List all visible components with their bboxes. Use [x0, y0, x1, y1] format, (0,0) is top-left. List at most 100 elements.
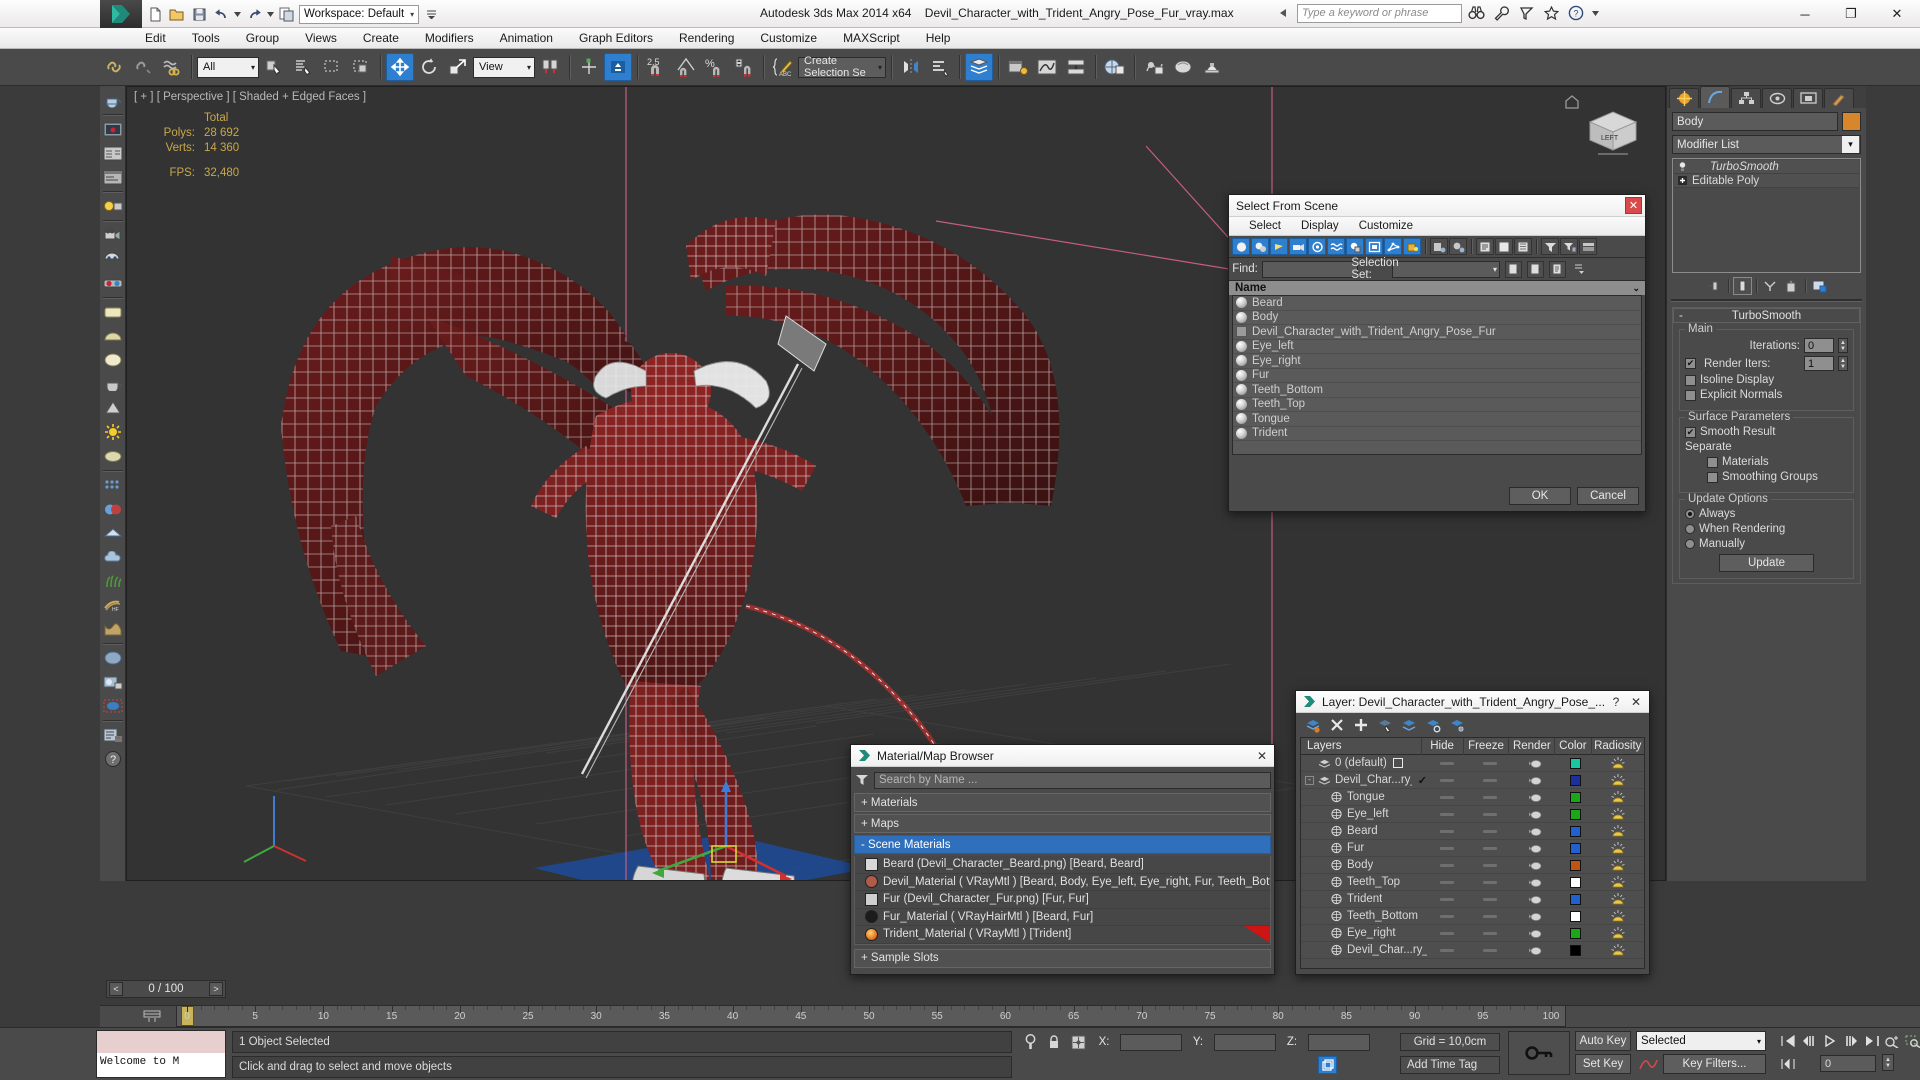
layer-row[interactable]: Eye_left: [1301, 806, 1644, 823]
menu-display[interactable]: Display: [1291, 217, 1349, 236]
freeze-cell[interactable]: [1468, 778, 1513, 782]
render-toggle-icon[interactable]: [1528, 945, 1543, 956]
display-cameras-icon[interactable]: [1289, 238, 1307, 255]
stack-item-editable-poly[interactable]: Editable Poly: [1674, 174, 1859, 188]
menu-maxscript[interactable]: MAXScript: [830, 28, 913, 49]
hide-toggle-icon[interactable]: [1440, 829, 1455, 833]
find-input[interactable]: [1262, 260, 1358, 278]
teapot-icon[interactable]: [101, 372, 125, 396]
render-cell[interactable]: [1513, 792, 1558, 803]
viewcube[interactable]: LEFT: [1578, 96, 1648, 166]
color-cell[interactable]: [1557, 859, 1592, 871]
layer-properties-icon[interactable]: [1448, 716, 1466, 734]
camera-match-icon[interactable]: [101, 247, 125, 271]
key-mode-toggle[interactable]: [1508, 1031, 1570, 1075]
hide-toggle-icon[interactable]: [1440, 778, 1455, 782]
color-cell[interactable]: [1557, 910, 1592, 922]
environment-map-icon[interactable]: [101, 670, 125, 694]
material-editor-icon[interactable]: [1101, 53, 1129, 81]
help-dropdown-icon[interactable]: [1590, 3, 1600, 23]
render-toggle-icon[interactable]: [1528, 758, 1543, 769]
hair-and-fur-icon[interactable]: HF: [101, 593, 125, 617]
ok-button[interactable]: OK: [1509, 487, 1571, 505]
selection-lock-icon[interactable]: [1044, 1035, 1064, 1049]
layer-row[interactable]: 0 (default): [1301, 755, 1644, 772]
layer-name-cell[interactable]: 0 (default): [1301, 757, 1427, 769]
radiosity-icon[interactable]: [1610, 756, 1626, 770]
restore-button[interactable]: ❐: [1828, 0, 1874, 28]
layer-color-swatch[interactable]: [1569, 757, 1581, 769]
layer-name-cell[interactable]: Body: [1301, 859, 1427, 871]
hide-toggle-icon[interactable]: [1440, 914, 1455, 918]
hide-cell[interactable]: [1427, 829, 1468, 833]
key-filter-mode-dropdown[interactable]: Selected ▾: [1636, 1031, 1766, 1051]
radiosity-cell[interactable]: [1593, 926, 1644, 940]
bind-to-space-warp-icon[interactable]: [158, 53, 186, 81]
qat-overflow-icon[interactable]: [421, 4, 441, 24]
select-object-icon[interactable]: [260, 53, 288, 81]
next-frame-icon[interactable]: [1841, 1032, 1860, 1050]
radiosity-icon[interactable]: [1610, 909, 1626, 923]
cone-primitive-icon[interactable]: [101, 396, 125, 420]
update-option-always[interactable]: Always: [1685, 508, 1848, 520]
materials-checkbox[interactable]: [1707, 456, 1718, 468]
display-helpers-icon[interactable]: [1308, 238, 1326, 255]
freeze-toggle-icon[interactable]: [1483, 931, 1498, 935]
scene-materials-list[interactable]: Beard (Devil_Character_Beard.png) [Beard…: [854, 856, 1271, 945]
smooth-result-checkbox[interactable]: ✔: [1685, 426, 1696, 438]
subscription-icon[interactable]: [1515, 3, 1537, 23]
list-item[interactable]: Devil_Character_with_Trident_Angry_Pose_…: [1233, 325, 1641, 340]
display-bones-icon[interactable]: [1384, 238, 1402, 255]
radiosity-cell[interactable]: [1593, 807, 1644, 821]
render-settings-panel-icon[interactable]: [101, 165, 125, 189]
radiosity-cell[interactable]: [1593, 773, 1644, 787]
radiosity-cell[interactable]: [1593, 841, 1644, 855]
color-cell[interactable]: [1557, 893, 1592, 905]
ellipsoid-primitive-icon[interactable]: [101, 444, 125, 468]
list-item[interactable]: Teeth_Top: [1233, 398, 1641, 412]
menu-animation[interactable]: Animation: [487, 28, 566, 49]
light-lister-icon[interactable]: [101, 194, 125, 218]
render-cell[interactable]: [1513, 860, 1558, 871]
render-cell[interactable]: [1513, 826, 1558, 837]
explicit-normals-checkbox[interactable]: [1685, 389, 1696, 401]
radiosity-cell[interactable]: [1593, 756, 1644, 770]
hide-toggle-icon[interactable]: [1440, 863, 1455, 867]
list-item[interactable]: Eye_right: [1233, 354, 1641, 369]
radio-when-rendering[interactable]: [1685, 524, 1695, 534]
list-item[interactable]: Teeth_Bottom: [1233, 383, 1641, 398]
set-key-button[interactable]: Set Key: [1575, 1054, 1631, 1074]
layer-name-cell[interactable]: Eye_left: [1301, 808, 1427, 820]
select-by-name-icon[interactable]: [289, 53, 317, 81]
selection-set-dropdown[interactable]: ▾: [1392, 260, 1500, 278]
use-pivot-point-center-icon[interactable]: [536, 53, 564, 81]
render-toggle-icon[interactable]: [1528, 843, 1543, 854]
hide-toggle-icon[interactable]: [1440, 931, 1455, 935]
hide-cell[interactable]: [1427, 846, 1468, 850]
zoom-extents-icon[interactable]: [1883, 1032, 1902, 1050]
help-icon[interactable]: ?: [1606, 695, 1626, 709]
render-toggle-icon[interactable]: [1528, 894, 1543, 905]
save-selection-set-icon[interactable]: [1505, 260, 1522, 278]
highlight-selected-objects-icon[interactable]: [1424, 716, 1442, 734]
particle-array-icon[interactable]: [101, 473, 125, 497]
render-iters-checkbox[interactable]: ✔: [1685, 358, 1696, 369]
edit-selection-set-icon[interactable]: [1549, 260, 1566, 278]
select-and-move-icon[interactable]: [386, 53, 414, 81]
workspace-selector[interactable]: Workspace: Default ▾: [299, 4, 420, 24]
radiosity-cell[interactable]: [1593, 909, 1644, 923]
color-cell[interactable]: [1557, 757, 1592, 769]
add-to-layer-icon[interactable]: [1352, 716, 1370, 734]
radiosity-icon[interactable]: [1610, 926, 1626, 940]
scene-object-list[interactable]: Beard Body Devil_Character_with_Trident_…: [1232, 295, 1642, 455]
layer-color-swatch[interactable]: [1569, 825, 1581, 837]
freeze-toggle-icon[interactable]: [1483, 897, 1498, 901]
tab-motion[interactable]: [1762, 88, 1792, 108]
hide-toggle-icon[interactable]: [1440, 897, 1455, 901]
radiosity-icon[interactable]: [1610, 875, 1626, 889]
select-dependents-icon[interactable]: [1449, 238, 1467, 255]
close-icon[interactable]: ✕: [1253, 749, 1271, 763]
help-icon[interactable]: ?: [1565, 3, 1587, 23]
hide-cell[interactable]: [1427, 880, 1468, 884]
previous-frame-icon[interactable]: [1799, 1032, 1818, 1050]
